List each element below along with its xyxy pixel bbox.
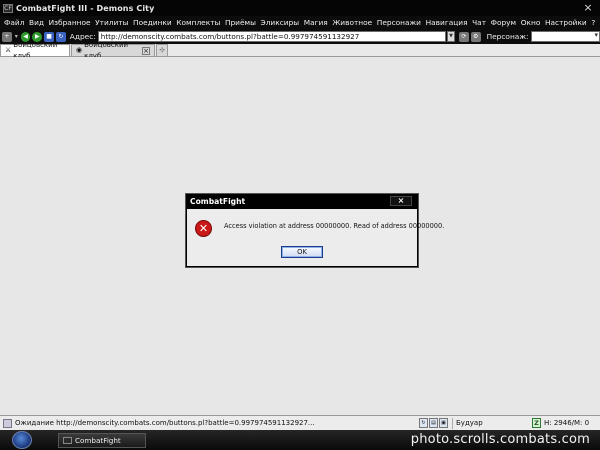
add-icon[interactable]: +: [2, 31, 12, 42]
taskbar-item-label: CombatFight: [75, 435, 121, 445]
tab-fight-club-1[interactable]: ⚔ Бойцовский клуб: [0, 41, 70, 60]
error-icon: ✕: [195, 220, 212, 237]
status-text: Ожидание http://demonscity.combats.com/b…: [15, 419, 315, 427]
window-small-icon[interactable]: ▣: [439, 418, 448, 428]
menu-item-techniques[interactable]: Приёмы: [225, 18, 256, 27]
menu-item-help[interactable]: ?: [591, 18, 595, 27]
os-taskbar: CombatFight photo.scrolls.combats.com: [0, 430, 600, 450]
tab-fight-club-2[interactable]: ◉ Бойцовский клуб... ×: [71, 41, 155, 60]
hp-mana-counter: Н: 2946/М: 0: [544, 419, 590, 427]
crossed-swords-icon: ⚔: [5, 46, 12, 54]
app-logo-icon: CF: [3, 3, 13, 13]
room-name: Будуар: [456, 419, 483, 427]
menu-item-sets[interactable]: Комплекты: [176, 18, 220, 27]
menu-item-magic[interactable]: Магия: [304, 18, 328, 27]
persona-label: Персонаж:: [486, 32, 529, 41]
dialog-message: Access violation at address 00000000. Re…: [224, 222, 445, 230]
new-tab-icon: ⊹: [159, 46, 165, 54]
menu-item-battles[interactable]: Поединки: [133, 18, 172, 27]
menu-item-chat[interactable]: Чат: [472, 18, 486, 27]
address-input[interactable]: http://demonscity.combats.com/buttons.pl…: [97, 31, 447, 42]
window-title: CombatFight III - Demons City: [16, 3, 155, 13]
menu-item-navigation[interactable]: Навигация: [426, 18, 468, 27]
status-bar: Ожидание http://demonscity.combats.com/b…: [0, 415, 600, 430]
go-icon[interactable]: ⟳: [459, 31, 469, 42]
page-icon: [3, 418, 12, 428]
menu-item-window[interactable]: Окно: [521, 18, 541, 27]
menu-item-file[interactable]: Файл: [4, 18, 24, 27]
dialog-title-bar: CombatFight ×: [187, 195, 417, 209]
menu-item-elixirs[interactable]: Эликсиры: [261, 18, 300, 27]
ok-button[interactable]: OK: [281, 246, 323, 258]
menu-item-forum[interactable]: Форум: [491, 18, 517, 27]
new-tab-button[interactable]: ⊹: [156, 44, 168, 56]
z-badge[interactable]: Z: [532, 418, 541, 428]
tab-strip: ⚔ Бойцовский клуб ◉ Бойцовский клуб... ×…: [0, 41, 600, 60]
menu-item-characters[interactable]: Персонажи: [377, 18, 421, 27]
window-close-icon[interactable]: ×: [580, 2, 596, 14]
error-dialog: CombatFight × ✕ Access violation at addr…: [186, 194, 444, 267]
menu-bar: Файл Вид Избранное Утилиты Поединки Комп…: [0, 16, 600, 29]
menu-item-utilities[interactable]: Утилиты: [95, 18, 128, 27]
address-dropdown-icon[interactable]: ▼: [447, 31, 456, 42]
persona-select[interactable]: [531, 31, 600, 42]
menu-item-favorites[interactable]: Избранное: [49, 18, 91, 27]
dialog-close-button[interactable]: ×: [390, 196, 412, 206]
watermark-text: photo.scrolls.combats.com: [410, 432, 590, 447]
refresh-small-icon[interactable]: ↻: [419, 418, 428, 428]
divider: [452, 417, 453, 429]
start-button[interactable]: [12, 431, 32, 449]
taskbar-item-combatfight[interactable]: CombatFight: [58, 432, 146, 448]
dialog-title: CombatFight: [190, 197, 246, 206]
page-small-icon[interactable]: ▤: [429, 418, 438, 428]
menu-item-animal[interactable]: Животное: [332, 18, 372, 27]
app-small-icon: [63, 436, 72, 444]
tab-close-icon[interactable]: ×: [142, 46, 150, 55]
menu-item-settings[interactable]: Настройки: [545, 18, 587, 27]
menu-item-view[interactable]: Вид: [29, 18, 44, 27]
tools-icon[interactable]: ⚙: [470, 31, 481, 42]
window-titlebar: CF CombatFight III - Demons City ×: [0, 0, 600, 16]
globe-icon: ◉: [76, 46, 83, 54]
